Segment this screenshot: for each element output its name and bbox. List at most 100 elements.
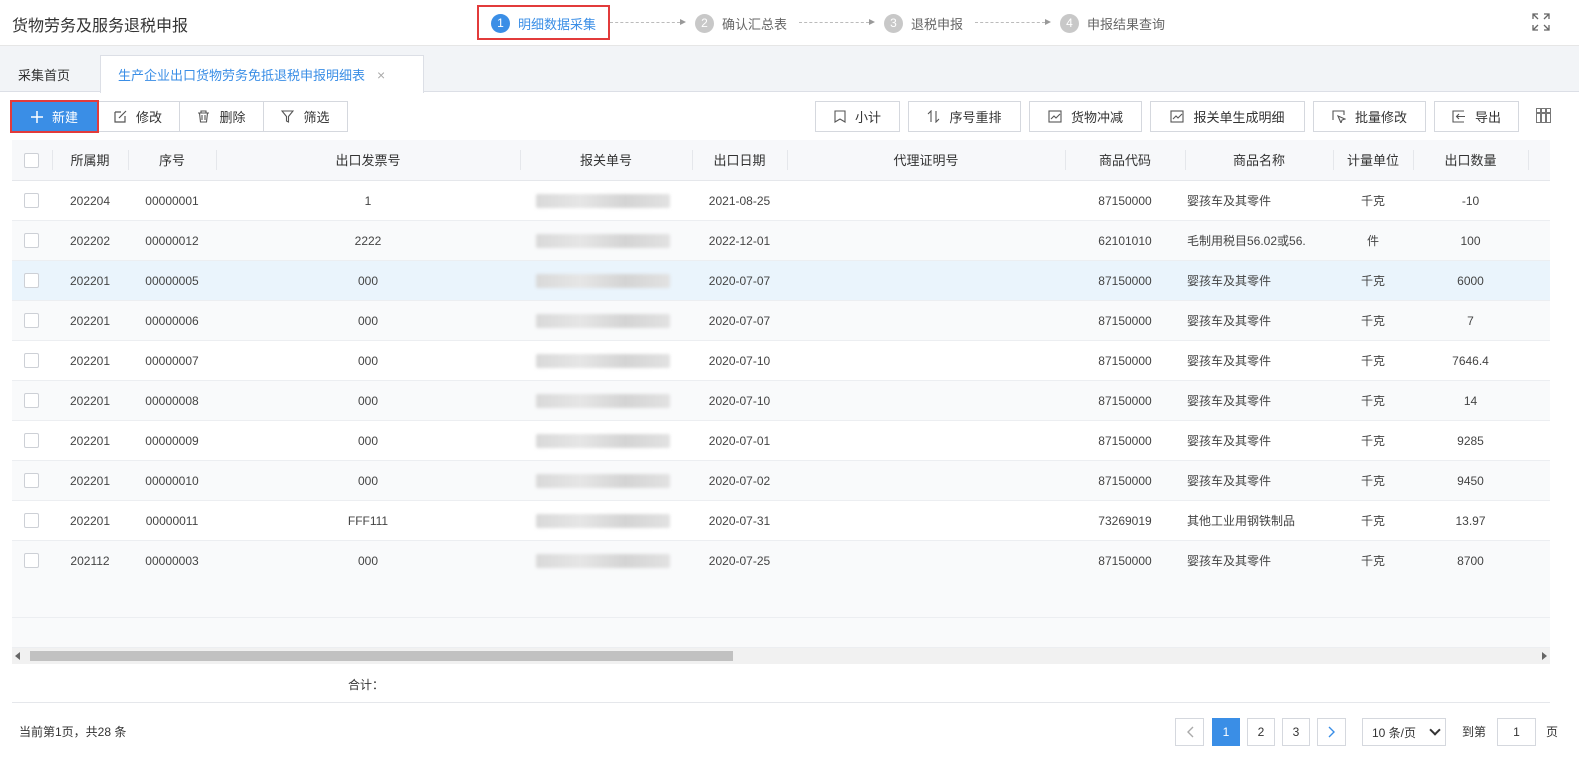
toolbar: 新建 修改 删除 筛选 小计 序号重排 货物冲减 报关单生成明细 批量修改 导出: [0, 92, 1579, 140]
tab-home[interactable]: 采集首页: [12, 56, 76, 92]
step-2[interactable]: 2 确认汇总表: [695, 11, 787, 35]
step-1[interactable]: 1 明细数据采集: [491, 11, 596, 35]
scrollbar-thumb[interactable]: [30, 651, 733, 661]
column-header-qty[interactable]: 出口数量: [1413, 140, 1528, 181]
column-header-invoice[interactable]: 出口发票号: [216, 140, 520, 181]
cell-qty: 9450: [1457, 474, 1484, 488]
column-header-code[interactable]: 商品代码: [1065, 140, 1185, 181]
cell-invoice: 000: [357, 354, 379, 368]
column-header-period[interactable]: 所属期: [52, 140, 128, 181]
cell-name: 婴孩车及其零件: [1187, 554, 1272, 568]
cell-date: 2020-07-10: [708, 394, 771, 408]
table-row[interactable]: 202201 00000011 FFF111 2020-07-31 73269019 其他…: [12, 501, 1550, 541]
step-3[interactable]: 3 退税申报: [884, 11, 963, 35]
column-header-name[interactable]: 商品名称: [1185, 140, 1333, 181]
fullscreen-icon[interactable]: [1532, 13, 1550, 31]
row-checkbox[interactable]: [24, 393, 39, 408]
goto-label: 到第: [1462, 725, 1487, 739]
goto-page-input[interactable]: 1: [1497, 718, 1536, 746]
page-button-1[interactable]: 1: [1212, 718, 1240, 746]
row-checkbox[interactable]: [24, 313, 39, 328]
column-header-seq[interactable]: 序号: [128, 140, 216, 181]
table-row[interactable]: 202112 00000003 000 2020-07-25 87150000 婴孩车及其…: [12, 541, 1550, 581]
reorder-button[interactable]: 序号重排: [908, 101, 1021, 132]
row-checkbox[interactable]: [24, 193, 39, 208]
cell-unit: 千克: [1360, 394, 1385, 408]
row-checkbox[interactable]: [24, 553, 39, 568]
cell-unit: 千克: [1360, 434, 1385, 448]
page-size-value: 10 条/页: [1372, 725, 1417, 740]
scroll-left-arrow-icon[interactable]: [15, 652, 20, 660]
table-row[interactable]: 202204 00000001 1 2021-08-25 87150000 婴孩车及其零件…: [12, 181, 1550, 221]
chevron-right-icon: [1328, 726, 1335, 738]
edit-icon: [114, 110, 127, 123]
next-page-button[interactable]: [1317, 718, 1346, 746]
export-button-label: 导出: [1474, 110, 1501, 125]
filter-button[interactable]: 筛选: [263, 101, 348, 132]
cell-code: 87150000: [1098, 354, 1152, 368]
row-checkbox[interactable]: [24, 233, 39, 248]
cell-declaration-redacted: [536, 354, 670, 368]
table-row[interactable]: 202201 00000006 000 2020-07-07 87150000 婴孩车及其…: [12, 301, 1550, 341]
offset-button[interactable]: 货物冲减: [1029, 101, 1142, 132]
table-row[interactable]: 202201 00000010 000 2020-07-02 87150000 婴孩车及其…: [12, 461, 1550, 501]
row-checkbox[interactable]: [24, 353, 39, 368]
table-row[interactable]: 202201 00000005 000 2020-07-07 87150000 婴孩车及其…: [12, 261, 1550, 301]
cell-period: 202201: [69, 394, 111, 408]
cell-code: 73269019: [1098, 514, 1152, 528]
page-button-2[interactable]: 2: [1247, 718, 1275, 746]
cell-qty: 8700: [1457, 554, 1484, 568]
cell-date: 2020-07-02: [708, 474, 771, 488]
batch-edit-button[interactable]: 批量修改: [1313, 101, 1426, 132]
cell-seq: 00000009: [145, 434, 199, 448]
table-row[interactable]: 202201 00000008 000 2020-07-10 87150000 婴孩车及其…: [12, 381, 1550, 421]
step-connector: [975, 19, 1051, 25]
table-row[interactable]: 202202 00000012 2222 2022-12-01 62101010 毛制用税…: [12, 221, 1550, 261]
column-header-unit[interactable]: 计量单位: [1333, 140, 1413, 181]
total-row: 合计：: [12, 664, 1550, 703]
cell-seq: 00000006: [145, 314, 199, 328]
step-4[interactable]: 4 申报结果查询: [1060, 11, 1165, 35]
horizontal-scrollbar[interactable]: [12, 648, 1550, 664]
cell-qty: 14: [1463, 394, 1478, 408]
edit-button[interactable]: 修改: [97, 101, 180, 132]
delete-button-label: 删除: [219, 110, 246, 125]
cell-code: 87150000: [1098, 394, 1152, 408]
row-checkbox[interactable]: [24, 433, 39, 448]
column-header-agent-cert[interactable]: 代理证明号: [787, 140, 1065, 181]
cell-seq: 00000008: [145, 394, 199, 408]
tab-detail[interactable]: 生产企业出口货物劳务免抵退税申报明细表 ×: [100, 55, 424, 93]
row-checkbox[interactable]: [24, 473, 39, 488]
app-title: 货物劳务及服务退税申报: [12, 18, 189, 35]
row-checkbox[interactable]: [24, 273, 39, 288]
generate-detail-button[interactable]: 报关单生成明细: [1150, 101, 1305, 132]
column-header-declaration[interactable]: 报关单号: [520, 140, 692, 181]
cell-period: 202201: [69, 314, 111, 328]
page-size-select[interactable]: 10 条/页: [1362, 718, 1446, 746]
column-header-date[interactable]: 出口日期: [692, 140, 787, 181]
table-row[interactable]: 202201 00000009 000 2020-07-01 87150000 婴孩车及其…: [12, 421, 1550, 461]
scroll-right-arrow-icon[interactable]: [1542, 652, 1547, 660]
trash-icon: [198, 110, 210, 123]
subtotal-button[interactable]: 小计: [815, 101, 900, 132]
delete-button[interactable]: 删除: [179, 101, 264, 132]
column-settings-icon[interactable]: [1536, 108, 1551, 123]
cell-seq: 00000011: [145, 514, 199, 528]
cell-seq: 00000010: [145, 474, 199, 488]
total-label: 合计：: [348, 678, 385, 692]
prev-page-button[interactable]: [1175, 718, 1204, 746]
cell-date: 2020-07-01: [708, 434, 771, 448]
cell-declaration-redacted: [536, 514, 670, 528]
cell-unit: 千克: [1360, 314, 1385, 328]
close-icon[interactable]: ×: [377, 67, 385, 83]
select-all-checkbox[interactable]: [24, 153, 39, 168]
table-header: 所属期 序号 出口发票号 报关单号 出口日期 代理证明号 商品代码 商品名称 计…: [12, 140, 1550, 181]
export-button[interactable]: 导出: [1434, 101, 1519, 132]
edit-button-label: 修改: [135, 110, 162, 125]
cell-date: 2020-07-10: [708, 354, 771, 368]
filter-icon: [281, 110, 295, 123]
page-button-3[interactable]: 3: [1282, 718, 1310, 746]
cell-invoice: 000: [357, 314, 379, 328]
table-row[interactable]: 202201 00000007 000 2020-07-10 87150000 婴孩车及其…: [12, 341, 1550, 381]
row-checkbox[interactable]: [24, 513, 39, 528]
